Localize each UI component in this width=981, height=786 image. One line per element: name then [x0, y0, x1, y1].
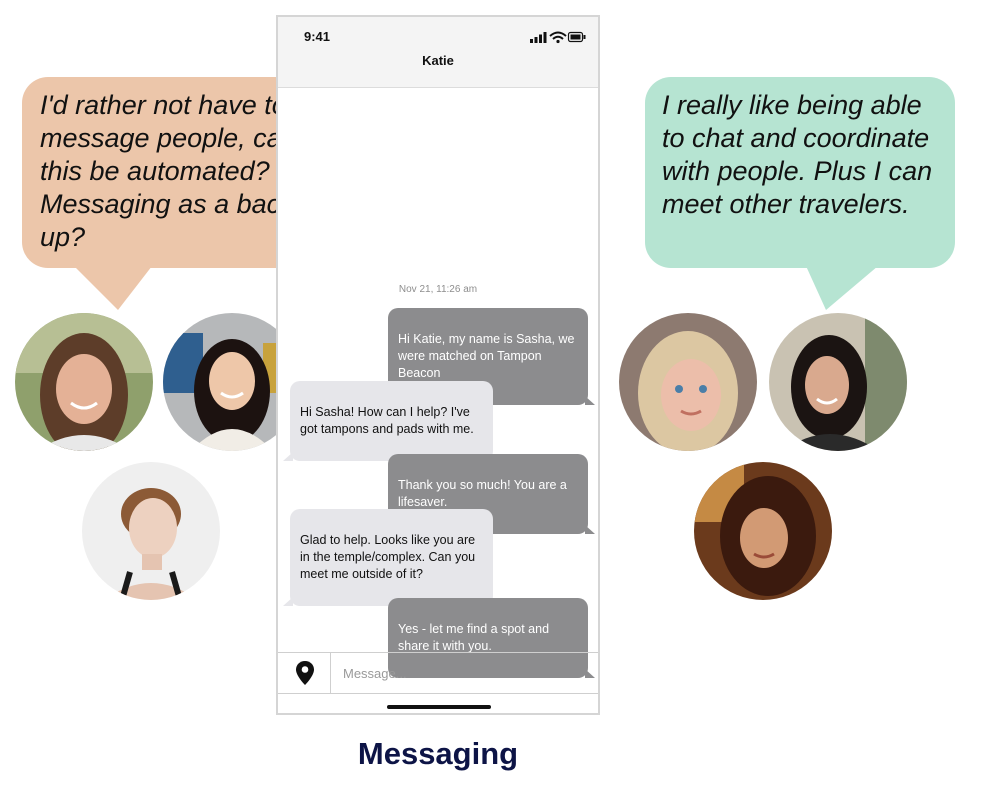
battery-icon: [567, 31, 586, 43]
signal-icon: [530, 32, 547, 43]
message-received-1: Hi Sasha! How can I help? I've got tampo…: [283, 381, 493, 461]
avatar-user-5: [769, 313, 907, 451]
avatar-user-6: [694, 462, 832, 600]
message-text: Hi Sasha! How can I help? I've got tampo…: [300, 405, 474, 436]
map-pin-icon: [296, 661, 314, 685]
nav-header: 9:41 Katie: [278, 17, 598, 88]
message-input[interactable]: [331, 653, 621, 693]
wifi-icon: [549, 31, 567, 44]
message-text: Yes - let me find a spot and share it wi…: [398, 622, 550, 653]
callout-left-text: I'd rather not have to message people, c…: [40, 90, 303, 252]
callout-right-text: I really like being able to chat and coo…: [662, 90, 933, 219]
message-timestamp: Nov 21, 11:26 am: [398, 284, 478, 295]
phone-frame: 9:41 Katie Nov 21, 11:26 am Hi Katie, my: [276, 15, 621, 715]
callout-right-pointer: [806, 266, 878, 310]
home-indicator[interactable]: [387, 705, 491, 709]
message-text: Glad to help. Looks like you are in the …: [300, 533, 476, 581]
share-location-button[interactable]: [278, 653, 331, 693]
callout-left-pointer: [74, 266, 152, 310]
message-text: Thank you so much! You are a lifesaver.: [398, 478, 567, 509]
message-text: Hi Katie, my name is Sasha, we were matc…: [398, 332, 575, 380]
status-icons: [530, 31, 586, 44]
status-time: 9:41: [304, 29, 331, 44]
message-composer: [278, 652, 621, 694]
page-caption: Messaging: [357, 736, 519, 771]
message-received-2: Glad to help. Looks like you are in the …: [283, 509, 493, 606]
callout-right: I really like being able to chat and coo…: [645, 77, 955, 268]
contact-name: Katie: [422, 53, 454, 68]
avatar-user-4: [619, 313, 757, 451]
avatar-user-1: [15, 313, 153, 451]
avatar-user-3: [82, 462, 220, 600]
